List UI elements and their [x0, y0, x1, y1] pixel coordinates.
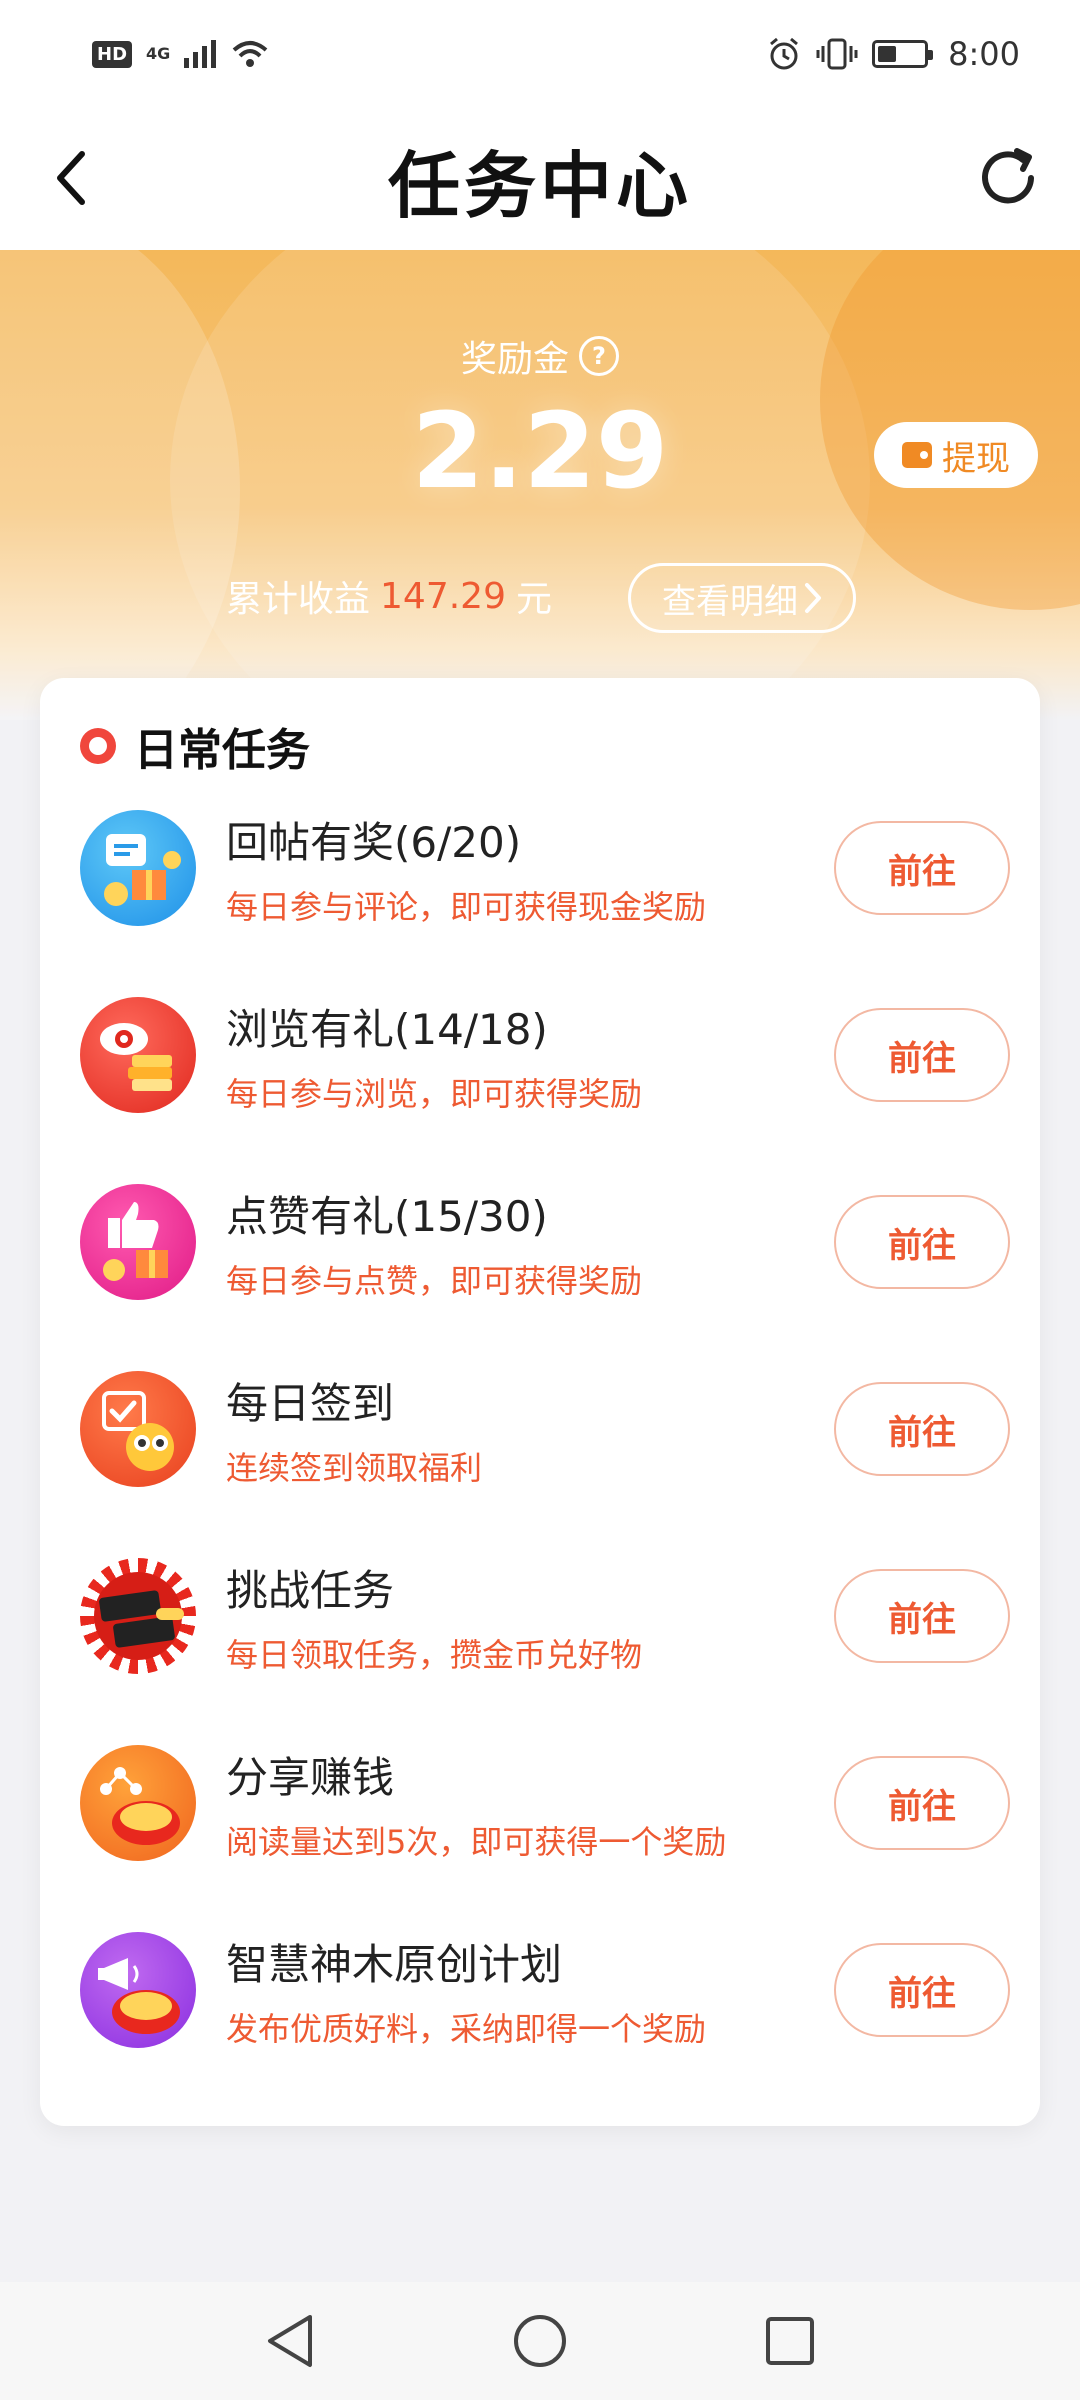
hd-badge: HD [92, 40, 133, 68]
reward-label: 奖励金 [460, 339, 569, 380]
status-right: 8:00 [766, 35, 1020, 73]
view-details-button[interactable]: 查看明细 [628, 563, 856, 633]
triangle-back-icon [268, 2315, 312, 2367]
task-title: 回帖有奖(6/20) [226, 817, 522, 867]
battery-icon [872, 40, 934, 68]
reward-hero: 奖励金 ? 2.29 提现 累计收益 147.29 元 查看明细 [0, 250, 1080, 720]
share-coin-icon [80, 1745, 196, 1861]
task-title: 点赞有礼(15/30) [226, 1191, 548, 1241]
card-title: 日常任务 [134, 725, 310, 776]
task-description: 连续签到领取福利 [226, 1448, 483, 1487]
go-button[interactable]: 前往 [834, 1756, 1010, 1850]
task-description: 每日参与评论，即可获得现金奖励 [226, 887, 707, 926]
refresh-icon [982, 148, 1034, 204]
network-type: 4G [146, 44, 171, 63]
circle-home-icon [514, 2315, 566, 2367]
square-recents-icon [766, 2317, 814, 2365]
daily-tasks-card: 日常任务 回帖有奖(6/20) 每日参与评论，即可获得现金奖励 前往 浏览有礼(… [40, 678, 1040, 2126]
refresh-button[interactable] [966, 136, 1050, 220]
earnings-value: 147.29 [380, 575, 506, 617]
task-description: 阅读量达到5次，即可获得一个奖励 [226, 1822, 727, 1861]
chevron-right-icon [805, 583, 821, 613]
task-text: 点赞有礼(15/30) 每日参与点赞，即可获得奖励 [226, 1183, 834, 1302]
alarm-icon [770, 37, 799, 70]
task-title: 智慧神木原创计划 [226, 1939, 563, 1989]
go-button[interactable]: 前往 [834, 1569, 1010, 1663]
back-button[interactable] [30, 138, 110, 218]
comment-gift-icon [80, 810, 196, 926]
thumbs-up-gift-icon [80, 1184, 196, 1300]
go-button[interactable]: 前往 [834, 1943, 1010, 2037]
task-item: 分享赚钱 阅读量达到5次，即可获得一个奖励 前往 [80, 1733, 1010, 1873]
task-text: 智慧神木原创计划 发布优质好料，采纳即得一个奖励 [226, 1931, 834, 2050]
task-item: 挑战任务 每日领取任务，攒金币兑好物 前往 [80, 1546, 1010, 1686]
task-text: 回帖有奖(6/20) 每日参与评论，即可获得现金奖励 [226, 809, 834, 928]
calendar-checkin-icon [80, 1371, 196, 1487]
task-title: 分享赚钱 [226, 1752, 395, 1802]
task-text: 浏览有礼(14/18) 每日参与浏览，即可获得奖励 [226, 996, 834, 1115]
go-button[interactable]: 前往 [834, 1382, 1010, 1476]
system-nav-bar [0, 2282, 1080, 2400]
go-button[interactable]: 前往 [834, 1008, 1010, 1102]
header: 任务中心 [0, 108, 1080, 250]
wallet-icon [902, 442, 932, 468]
status-left: HD 4G [92, 38, 270, 70]
go-button[interactable]: 前往 [834, 1195, 1010, 1289]
task-title: 浏览有礼(14/18) [226, 1004, 548, 1054]
task-description: 每日领取任务，攒金币兑好物 [226, 1635, 643, 1674]
detail-label: 查看明细 [662, 581, 798, 622]
task-text: 分享赚钱 阅读量达到5次，即可获得一个奖励 [226, 1744, 834, 1863]
status-bar: HD 4G 8:00 [0, 0, 1080, 108]
card-header: 日常任务 [80, 714, 310, 778]
task-text: 每日签到 连续签到领取福利 [226, 1370, 834, 1489]
help-icon[interactable]: ? [579, 336, 619, 376]
chevron-left-icon [57, 151, 85, 205]
earnings-unit: 元 [515, 579, 552, 620]
eye-books-icon [80, 997, 196, 1113]
nav-recents-button[interactable] [760, 2311, 820, 2371]
task-description: 发布优质好料，采纳即得一个奖励 [226, 2009, 707, 2048]
nav-home-button[interactable] [510, 2311, 570, 2371]
earnings-prefix: 累计收益 [226, 579, 371, 620]
page-title: 任务中心 [387, 143, 692, 228]
task-item: 点赞有礼(15/30) 每日参与点赞，即可获得奖励 前往 [80, 1172, 1010, 1312]
task-description: 每日参与点赞，即可获得奖励 [226, 1261, 643, 1300]
megaphone-coin-icon [80, 1932, 196, 2048]
wifi-icon [232, 41, 268, 67]
nav-back-button[interactable] [260, 2311, 320, 2371]
status-time: 8:00 [948, 35, 1020, 73]
challenge-badge-icon [80, 1558, 196, 1674]
earnings-row: 累计收益 147.29 元 [226, 570, 552, 622]
task-title: 每日签到 [226, 1378, 395, 1428]
task-text: 挑战任务 每日领取任务，攒金币兑好物 [226, 1557, 834, 1676]
withdraw-label: 提现 [942, 438, 1010, 479]
task-item: 每日签到 连续签到领取福利 前往 [80, 1359, 1010, 1499]
vibrate-icon [816, 38, 858, 70]
reward-label-row: 奖励金 ? [0, 330, 1080, 382]
section-dot-icon [80, 728, 116, 764]
task-item: 智慧神木原创计划 发布优质好料，采纳即得一个奖励 前往 [80, 1920, 1010, 2060]
task-item: 浏览有礼(14/18) 每日参与浏览，即可获得奖励 前往 [80, 985, 1010, 1125]
task-title: 挑战任务 [226, 1565, 395, 1615]
task-item: 回帖有奖(6/20) 每日参与评论，即可获得现金奖励 前往 [80, 798, 1010, 938]
task-description: 每日参与浏览，即可获得奖励 [226, 1074, 643, 1113]
withdraw-button[interactable]: 提现 [874, 422, 1038, 488]
go-button[interactable]: 前往 [834, 821, 1010, 915]
signal-icon [184, 40, 217, 68]
